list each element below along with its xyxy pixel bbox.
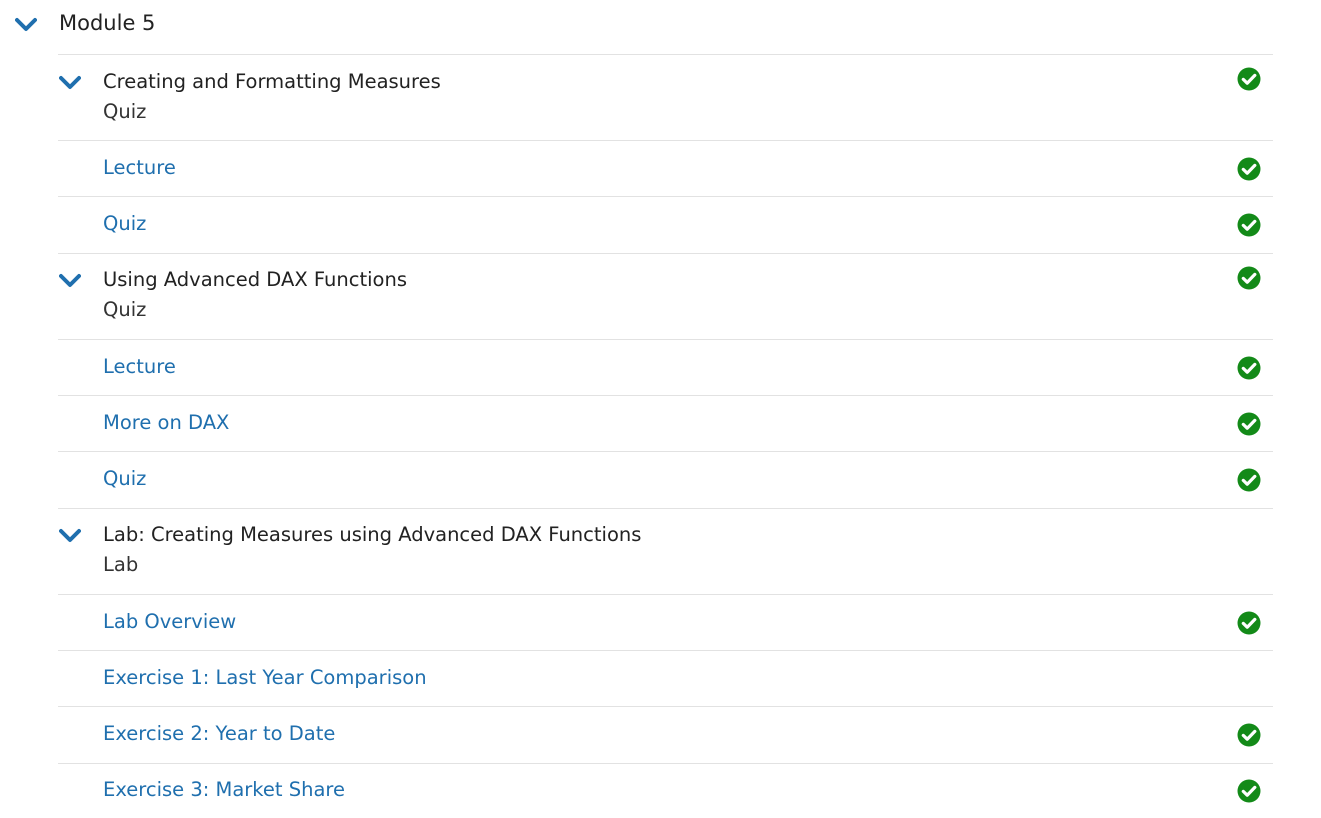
check-circle-icon	[1237, 412, 1261, 436]
divider	[58, 650, 1273, 651]
divider	[58, 339, 1273, 340]
divider	[58, 706, 1273, 707]
item-link-more-on-dax[interactable]: More on DAX	[103, 411, 229, 434]
divider	[58, 54, 1273, 55]
check-circle-icon	[1237, 468, 1261, 492]
section-title[interactable]: Lab: Creating Measures using Advanced DA…	[103, 523, 641, 546]
item-link-exercise-3[interactable]: Exercise 3: Market Share	[103, 778, 345, 801]
check-circle-icon	[1237, 779, 1261, 803]
item-link-quiz[interactable]: Quiz	[103, 212, 146, 235]
divider	[58, 451, 1273, 452]
chevron-down-icon[interactable]	[59, 75, 81, 91]
item-link-exercise-1[interactable]: Exercise 1: Last Year Comparison	[103, 666, 427, 689]
check-circle-icon	[1237, 157, 1261, 181]
divider	[58, 253, 1273, 254]
item-link-quiz[interactable]: Quiz	[103, 467, 146, 490]
item-link-lecture[interactable]: Lecture	[103, 156, 176, 179]
check-circle-icon	[1237, 723, 1261, 747]
divider	[58, 763, 1273, 764]
check-circle-icon	[1237, 611, 1261, 635]
section-type: Quiz	[103, 100, 147, 123]
section-type: Lab	[103, 553, 139, 576]
module-title: Module 5	[59, 11, 156, 35]
section-title[interactable]: Using Advanced DAX Functions	[103, 268, 407, 291]
item-link-exercise-2[interactable]: Exercise 2: Year to Date	[103, 722, 335, 745]
item-link-lecture[interactable]: Lecture	[103, 355, 176, 378]
chevron-down-icon[interactable]	[59, 528, 81, 544]
chevron-down-icon[interactable]	[15, 17, 37, 33]
check-circle-icon	[1237, 67, 1261, 91]
divider	[58, 140, 1273, 141]
chevron-down-icon[interactable]	[59, 273, 81, 289]
module-header: Module 5	[0, 0, 1321, 54]
divider	[58, 395, 1273, 396]
check-circle-icon	[1237, 356, 1261, 380]
check-circle-icon	[1237, 213, 1261, 237]
section-title[interactable]: Creating and Formatting Measures	[103, 70, 441, 93]
check-circle-icon	[1237, 266, 1261, 290]
module-outline: Module 5 Creating and Formatting Measure…	[0, 0, 1321, 818]
divider	[58, 196, 1273, 197]
divider	[58, 508, 1273, 509]
divider	[58, 594, 1273, 595]
item-link-lab-overview[interactable]: Lab Overview	[103, 610, 236, 633]
section-type: Quiz	[103, 298, 147, 321]
